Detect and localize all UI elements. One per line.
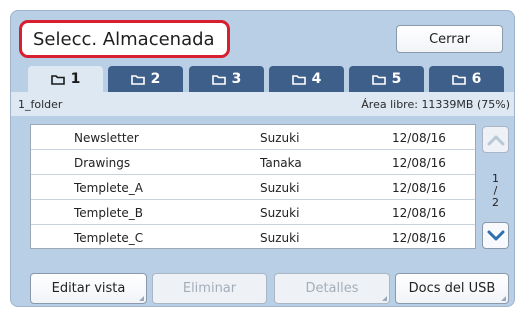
edit-view-button[interactable]: Editar vista xyxy=(30,273,147,304)
tab-folder-3[interactable]: 3 xyxy=(189,66,264,92)
tab-label: 5 xyxy=(391,71,402,87)
file-date: 12/08/16 xyxy=(392,156,446,170)
usb-docs-label: Docs del USB xyxy=(408,281,496,296)
usb-docs-button[interactable]: Docs del USB xyxy=(395,273,509,304)
folder-tabs: 1 2 3 4 5 6 xyxy=(28,66,504,92)
edit-view-label: Editar vista xyxy=(51,281,126,296)
tab-folder-1[interactable]: 1 xyxy=(28,66,103,92)
file-name: Newsletter xyxy=(74,131,139,145)
folder-icon xyxy=(451,74,466,85)
page-indicator: 1 / 2 xyxy=(482,173,509,209)
stored-files-list: Newsletter Suzuki 12/08/16 Drawings Tana… xyxy=(30,124,476,249)
file-owner: Suzuki xyxy=(260,206,300,220)
folder-icon xyxy=(211,74,226,85)
current-folder-name: 1_folder xyxy=(18,98,63,111)
tab-label: 4 xyxy=(311,71,322,87)
tab-label: 6 xyxy=(471,71,482,87)
table-row[interactable]: Templete_B Suzuki 12/08/16 xyxy=(31,200,475,225)
file-name: Drawings xyxy=(74,156,131,170)
file-date: 12/08/16 xyxy=(392,206,446,220)
delete-button[interactable]: Eliminar xyxy=(152,273,267,304)
file-name: Templete_B xyxy=(74,206,144,220)
table-row[interactable]: Templete_C Suzuki 12/08/16 xyxy=(31,225,475,250)
file-date: 12/08/16 xyxy=(392,181,446,195)
free-space-indicator: Área libre: 11339MB (75%) xyxy=(361,98,510,111)
file-name: Templete_A xyxy=(74,181,143,195)
folder-icon xyxy=(130,74,145,85)
folder-icon xyxy=(291,74,306,85)
folder-icon xyxy=(50,74,65,85)
tab-folder-6[interactable]: 6 xyxy=(429,66,504,92)
tab-folder-4[interactable]: 4 xyxy=(269,66,344,92)
dialog-title-text: Selecc. Almacenada xyxy=(33,28,215,50)
details-label: Detalles xyxy=(305,281,359,296)
file-owner: Suzuki xyxy=(260,131,300,145)
file-name: Templete_C xyxy=(74,231,144,245)
table-row[interactable]: Templete_A Suzuki 12/08/16 xyxy=(31,175,475,200)
tab-label: 3 xyxy=(231,71,242,87)
tab-label: 1 xyxy=(70,71,81,87)
file-owner: Tanaka xyxy=(260,156,302,170)
table-row[interactable]: Drawings Tanaka 12/08/16 xyxy=(31,150,475,175)
scroll-up-button[interactable] xyxy=(482,126,509,153)
details-button[interactable]: Detalles xyxy=(274,273,390,304)
tab-label: 2 xyxy=(150,71,161,87)
file-owner: Suzuki xyxy=(260,181,300,195)
close-button-label: Cerrar xyxy=(429,31,470,47)
chevron-up-icon xyxy=(487,135,504,145)
stored-select-dialog: Selecc. Almacenada Cerrar 1 2 3 4 5 6 1_… xyxy=(10,10,515,307)
file-owner: Suzuki xyxy=(260,231,300,245)
table-row[interactable]: Newsletter Suzuki 12/08/16 xyxy=(31,125,475,150)
dialog-title: Selecc. Almacenada xyxy=(19,20,230,58)
page-total: 2 xyxy=(492,196,499,209)
chevron-down-icon xyxy=(487,230,504,240)
scroll-down-button[interactable] xyxy=(482,222,509,249)
file-date: 12/08/16 xyxy=(392,131,446,145)
folder-info-bar: 1_folder Área libre: 11339MB (75%) xyxy=(11,92,514,116)
file-date: 12/08/16 xyxy=(392,231,446,245)
tab-folder-2[interactable]: 2 xyxy=(108,66,183,92)
folder-icon xyxy=(371,74,386,85)
close-button[interactable]: Cerrar xyxy=(396,25,503,53)
delete-label: Eliminar xyxy=(182,281,237,296)
tab-folder-5[interactable]: 5 xyxy=(349,66,424,92)
